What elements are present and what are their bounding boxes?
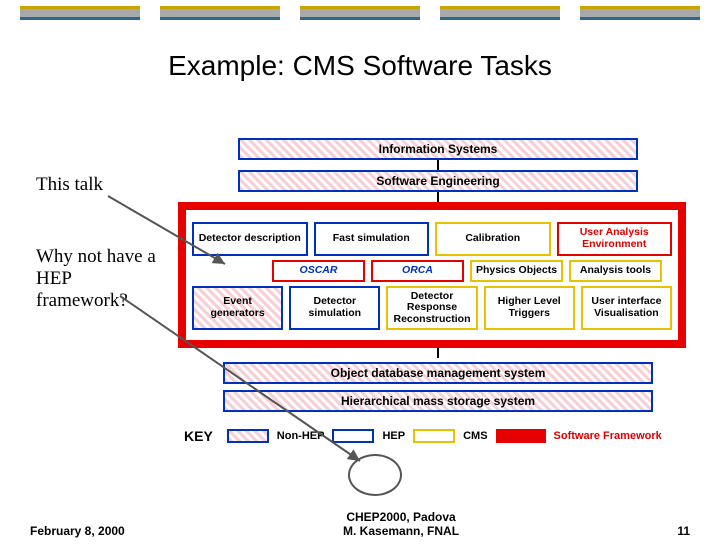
key-nonhep: Non-HEP — [277, 430, 325, 442]
top-seg — [440, 6, 560, 20]
footer-page: 11 — [677, 524, 690, 538]
connector — [437, 192, 439, 202]
box-info-systems: Information Systems — [238, 138, 638, 160]
swatch-fw — [496, 429, 546, 443]
key-hep: HEP — [382, 430, 405, 442]
key-cms: CMS — [463, 430, 487, 442]
footer-date: February 8, 2000 — [30, 524, 125, 538]
box-calibration: Calibration — [435, 222, 551, 256]
box-orca: ORCA — [371, 260, 464, 282]
top-seg — [300, 6, 420, 20]
diagram: Information Systems Software Engineering… — [178, 136, 698, 444]
box-oscar: OSCAR — [272, 260, 365, 282]
key-fw: Software Framework — [554, 430, 662, 442]
connector — [437, 160, 439, 170]
box-det-sim: Detector simulation — [289, 286, 380, 331]
legend: KEY Non-HEP HEP CMS Software Framework — [184, 428, 698, 444]
swatch-cms — [413, 429, 455, 443]
box-evt-gen: Event generators — [192, 286, 283, 331]
box-sw-eng: Software Engineering — [238, 170, 638, 192]
top-decor — [0, 6, 720, 20]
box-fast-sim: Fast simulation — [314, 222, 430, 256]
key-label: KEY — [184, 428, 213, 444]
software-framework-box: Detector description Fast simulation Cal… — [178, 202, 686, 348]
slide-title: Example: CMS Software Tasks — [0, 50, 720, 82]
box-hlt: Higher Level Triggers — [484, 286, 575, 331]
box-det-desc: Detector description — [192, 222, 308, 256]
connector — [437, 348, 439, 358]
swatch-hep — [332, 429, 374, 443]
footer-venue: CHEP2000, Padova — [125, 510, 678, 524]
footer: February 8, 2000 CHEP2000, Padova M. Kas… — [0, 510, 720, 538]
top-seg — [160, 6, 280, 20]
hep-circle-annotation — [348, 454, 402, 496]
swatch-nonhep — [227, 429, 269, 443]
box-det-resp: Detector Response Reconstruction — [386, 286, 477, 331]
box-analysis-tools: Analysis tools — [569, 260, 662, 282]
footer-author: M. Kasemann, FNAL — [125, 524, 678, 538]
top-seg — [580, 6, 700, 20]
box-ua-env: User Analysis Environment — [557, 222, 673, 256]
box-odbms: Object database management system — [223, 362, 653, 384]
top-seg — [20, 6, 140, 20]
this-talk-label: This talk — [36, 174, 166, 196]
box-ui-vis: User interface Visualisation — [581, 286, 672, 331]
why-not-label: Why not have a HEP framework? — [36, 246, 166, 312]
box-phys-obj: Physics Objects — [470, 260, 563, 282]
box-hmss: Hierarchical mass storage system — [223, 390, 653, 412]
